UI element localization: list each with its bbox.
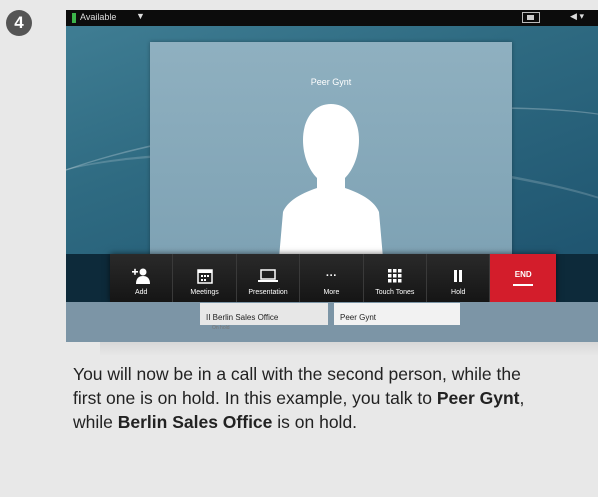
- touch-tones-button[interactable]: Touch Tones: [363, 254, 428, 302]
- pause-icon: II: [206, 313, 213, 322]
- presentation-button[interactable]: Presentation: [236, 254, 301, 302]
- laptop-icon: [258, 267, 279, 285]
- ellipsis-icon: ···: [325, 270, 337, 282]
- availability-status[interactable]: Available: [80, 12, 116, 22]
- self-view-icon[interactable]: [522, 12, 540, 23]
- meetings-label: Meetings: [190, 289, 219, 296]
- calendar-icon: [196, 267, 213, 285]
- person-silhouette-icon: [279, 104, 383, 258]
- caption-peer-name: Peer Gynt: [436, 388, 520, 408]
- end-call-button[interactable]: END: [490, 254, 556, 302]
- caption-held-name: Berlin Sales Office: [117, 412, 273, 432]
- availability-indicator: [72, 13, 76, 23]
- presentation-label: Presentation: [248, 289, 288, 296]
- end-call-icon: [513, 284, 534, 286]
- meetings-button[interactable]: Meetings: [173, 254, 237, 302]
- held-call-status: On hold: [212, 325, 230, 331]
- speaker-icon[interactable]: ◀ ▾: [570, 11, 584, 22]
- add-user-icon: [132, 267, 151, 285]
- video-area: Peer Gynt: [66, 26, 598, 302]
- status-bar: Available ▼ ◀ ▾: [66, 10, 598, 26]
- more-button[interactable]: ··· More: [300, 254, 364, 302]
- instruction-text: You will now be in a call with the secon…: [73, 362, 553, 434]
- caret-down-icon[interactable]: ▼: [136, 11, 145, 21]
- add-label: Add: [134, 289, 148, 296]
- active-calls-strip: II Berlin Sales Office On hold Peer Gynt: [66, 302, 598, 342]
- remote-video-frame: Peer Gynt: [150, 42, 512, 258]
- hold-button[interactable]: Hold: [427, 254, 491, 302]
- end-label: END: [514, 270, 532, 279]
- keypad-icon: [387, 267, 402, 285]
- hold-label: Hold: [451, 289, 466, 296]
- active-call-name: Peer Gynt: [340, 313, 377, 322]
- call-toolbar: Add Meetings Presentation ··· More Touch…: [110, 254, 556, 302]
- touch-tones-label: Touch Tones: [375, 289, 415, 296]
- active-call-tab[interactable]: Peer Gynt: [334, 303, 460, 325]
- participant-name: Peer Gynt: [310, 77, 352, 87]
- more-label: More: [323, 289, 340, 296]
- touch-panel-screen: Available ▼ ◀ ▾ Peer Gynt Add Meetings P…: [66, 10, 598, 342]
- pause-icon: [453, 267, 463, 285]
- held-call-name: Berlin Sales Office: [212, 313, 279, 322]
- held-call-tab[interactable]: II Berlin Sales Office On hold: [200, 303, 328, 331]
- caption-text: is on hold.: [272, 412, 358, 432]
- step-number-badge: 4: [6, 10, 32, 36]
- add-button[interactable]: Add: [110, 254, 174, 302]
